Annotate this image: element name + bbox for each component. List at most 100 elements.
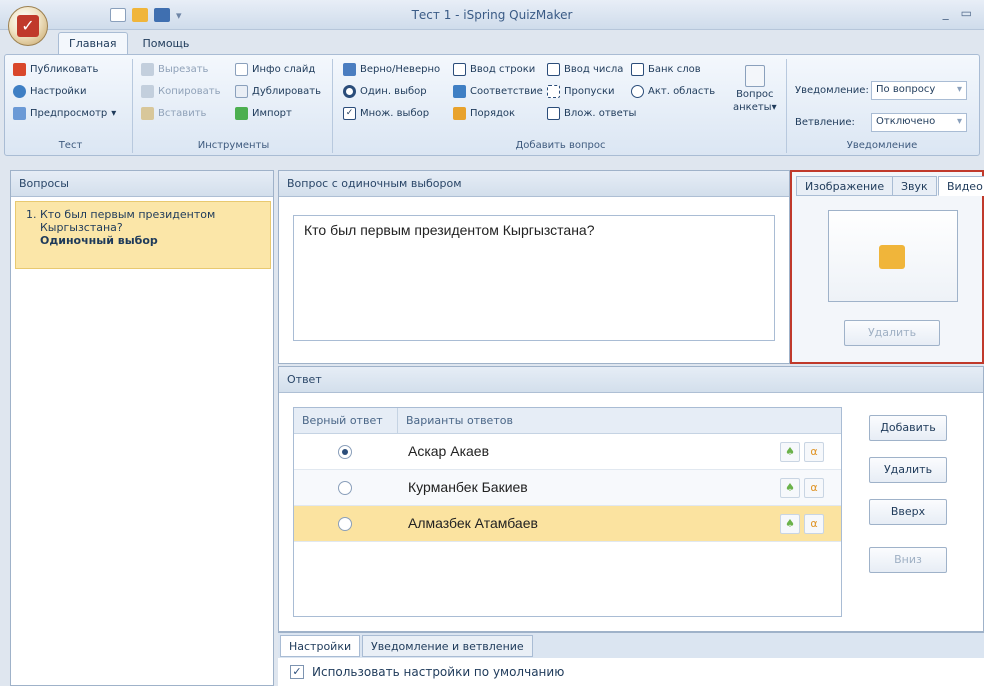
quizmaker-logo-icon: ✓ — [17, 15, 39, 37]
correct-radio[interactable] — [338, 445, 352, 459]
answer-row[interactable]: Алмазбек Атамбаев ♠ α — [294, 506, 841, 542]
fill-blanks-icon — [547, 85, 560, 98]
branch-icon[interactable]: ♠ — [780, 514, 800, 534]
media-panel: Изображение Звук Видео Удалить — [790, 170, 984, 364]
group-tools: Вырезать Копировать Вставить Инфо слайд … — [135, 59, 333, 153]
settings-button[interactable]: Настройки — [13, 85, 86, 98]
duplicate-icon — [235, 85, 248, 98]
use-defaults-label: Использовать настройки по умолчанию — [312, 665, 565, 679]
tab-home[interactable]: Главная — [58, 32, 128, 54]
delete-media-button[interactable]: Удалить — [844, 320, 940, 346]
import-button[interactable]: Импорт — [235, 107, 292, 120]
fill-blanks-button[interactable]: Пропуски — [547, 85, 614, 98]
minimize-button[interactable]: _ — [943, 6, 949, 20]
info-slide-button[interactable]: Инфо слайд — [235, 63, 315, 76]
answer-text[interactable]: Курманбек Бакиев — [408, 479, 528, 495]
maximize-button[interactable]: ▭ — [961, 6, 972, 20]
column-header-correct: Верный ответ — [294, 408, 398, 434]
text-entry-icon — [453, 63, 466, 76]
formula-icon[interactable]: α — [804, 442, 824, 462]
branching-select[interactable]: Отключено ▾ — [871, 113, 967, 132]
answer-text[interactable]: Аскар Акаев — [408, 443, 489, 459]
sequence-icon — [453, 107, 466, 120]
ribbon: Публиковать Настройки Предпросмотр ▾ Тес… — [4, 54, 980, 156]
settings-row: ✓ Использовать настройки по умолчанию — [278, 658, 984, 686]
matching-button[interactable]: Соответствие — [453, 85, 543, 98]
tab-image[interactable]: Изображение — [796, 176, 894, 196]
questions-panel: Вопросы 1. Кто был первым президентом Кы… — [10, 170, 274, 686]
survey-pencil-icon — [744, 65, 765, 87]
branch-icon[interactable]: ♠ — [780, 478, 800, 498]
single-choice-button[interactable]: Один. выбор — [343, 85, 427, 98]
gear-icon — [13, 85, 26, 98]
question-list-item[interactable]: 1. Кто был первым президентом Кыргызстан… — [15, 201, 271, 269]
paste-button[interactable]: Вставить — [141, 107, 206, 120]
tab-settings[interactable]: Настройки — [280, 635, 361, 657]
group-label-feedback: Уведомление — [846, 140, 918, 151]
group-feedback: Уведомление: По вопросу ▾ Ветвление: Откл… — [789, 59, 975, 153]
question-type-label: Одиночный выбор — [40, 234, 158, 247]
video-placeholder[interactable] — [828, 210, 958, 302]
delete-answer-button[interactable]: Удалить — [869, 457, 947, 483]
preview-button[interactable]: Предпросмотр ▾ — [13, 107, 116, 120]
word-bank-icon — [631, 63, 644, 76]
answer-row[interactable]: Аскар Акаев ♠ α — [294, 434, 841, 470]
nested-answers-button[interactable]: Влож. ответы — [547, 107, 636, 120]
video-folder-icon — [879, 245, 905, 269]
group-label-add-question: Добавить вопрос — [515, 140, 606, 151]
group-test: Публиковать Настройки Предпросмотр ▾ Тес… — [9, 59, 133, 153]
move-up-button[interactable]: Вверх — [869, 499, 947, 525]
tab-feedback-branching[interactable]: Уведомление и ветвление — [362, 635, 533, 657]
text-entry-button[interactable]: Ввод строки — [453, 63, 535, 76]
survey-question-button[interactable]: Вопрос анкеты▾ — [733, 65, 777, 113]
formula-icon[interactable]: α — [804, 514, 824, 534]
correct-radio[interactable] — [338, 517, 352, 531]
cut-button[interactable]: Вырезать — [141, 63, 208, 76]
formula-icon[interactable]: α — [804, 478, 824, 498]
true-false-button[interactable]: Верно/Неверно — [343, 63, 440, 76]
sequence-button[interactable]: Порядок — [453, 107, 515, 120]
answers-table: Верный ответ Варианты ответов Аскар Акае… — [293, 407, 842, 617]
copy-button[interactable]: Копировать — [141, 85, 220, 98]
numeric-icon — [547, 63, 560, 76]
question-text-input[interactable]: Кто был первым президентом Кыргызстана? — [293, 215, 775, 341]
radio-icon — [343, 85, 356, 98]
paste-icon — [141, 107, 154, 120]
chevron-down-icon: ▾ — [956, 84, 962, 95]
correct-radio[interactable] — [338, 481, 352, 495]
dropdown-icon — [547, 107, 560, 120]
ribbon-tabs: Главная Помощь — [58, 32, 200, 54]
group-label-tools: Инструменты — [197, 140, 270, 151]
tab-sound[interactable]: Звук — [892, 176, 937, 196]
answer-panel-title: Ответ — [279, 367, 983, 393]
answer-row[interactable]: Курманбек Бакиев ♠ α — [294, 470, 841, 506]
publish-button[interactable]: Публиковать — [13, 63, 98, 76]
feedback-label: Уведомление: — [795, 85, 869, 96]
chevron-down-icon: ▾ — [956, 116, 962, 127]
tab-help[interactable]: Помощь — [132, 32, 201, 54]
bottom-tab-bar: Настройки Уведомление и ветвление — [278, 632, 984, 658]
numeric-button[interactable]: Ввод числа — [547, 63, 623, 76]
duplicate-button[interactable]: Дублировать — [235, 85, 321, 98]
group-add-question: Верно/Неверно Один. выбор ✓ Множ. выбор В… — [335, 59, 787, 153]
window-title: Тест 1 - iSpring QuizMaker — [411, 8, 573, 22]
branch-icon[interactable]: ♠ — [780, 442, 800, 462]
crosshair-icon — [631, 85, 644, 98]
copy-icon — [141, 85, 154, 98]
hotspot-button[interactable]: Акт. область — [631, 85, 715, 98]
app-menu-button[interactable]: ✓ — [8, 6, 48, 46]
question-panel-title: Вопрос с одиночным выбором — [279, 171, 789, 197]
slide-icon — [235, 63, 248, 76]
use-defaults-checkbox[interactable]: ✓ — [290, 665, 304, 679]
word-bank-button[interactable]: Банк слов — [631, 63, 701, 76]
questions-panel-title: Вопросы — [11, 171, 273, 197]
feedback-select[interactable]: По вопросу ▾ — [871, 81, 967, 100]
tab-video[interactable]: Видео — [938, 176, 984, 196]
answer-panel: Ответ Верный ответ Варианты ответов Аска… — [278, 366, 984, 632]
question-panel: Вопрос с одиночным выбором Кто был первы… — [278, 170, 790, 364]
multiple-choice-button[interactable]: ✓ Множ. выбор — [343, 107, 429, 120]
add-answer-button[interactable]: Добавить — [869, 415, 947, 441]
answer-text[interactable]: Алмазбек Атамбаев — [408, 515, 538, 531]
preview-icon — [13, 107, 26, 120]
move-down-button[interactable]: Вниз — [869, 547, 947, 573]
